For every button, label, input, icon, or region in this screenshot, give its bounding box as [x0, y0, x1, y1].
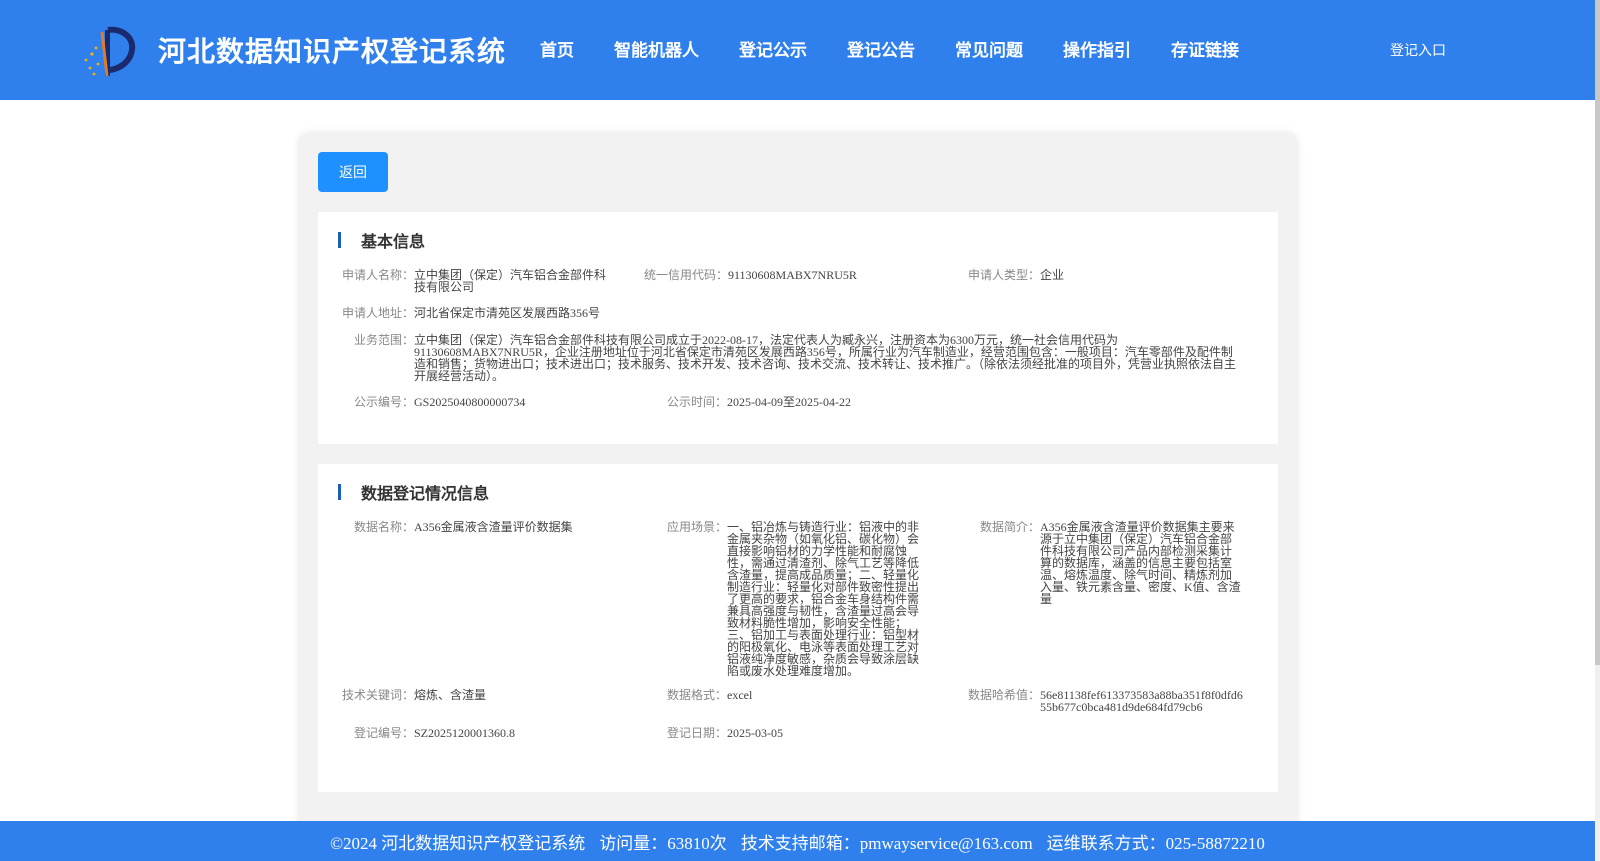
business-scope-field: 业务范围： 立中集团（保定）汽车铝合金部件科技有限公司成立于2022-08-17…: [340, 334, 1260, 382]
applicant-name: 立中集团（保定）汽车铝合金部件科技有限公司: [414, 268, 607, 294]
applicant-address: 河北省保定市清苑区发展西路356号: [414, 306, 601, 320]
keywords-field: 技术关键词： 熔炼、含渣量: [341, 688, 487, 702]
main-nav: 首页 智能机器人 登记公示 登记公告 常见问题 操作指引 存证链接: [520, 36, 1259, 62]
system-logo-icon: [84, 26, 136, 77]
tech-keywords: 熔炼、含渣量: [414, 688, 487, 702]
footer-visits: 访问量：63810次: [599, 833, 727, 853]
publicity-time: 2025-04-09至2025-04-22: [727, 395, 851, 409]
data-format: excel: [727, 688, 753, 702]
publicity-no-field: 公示编号： GS2025040800000734: [353, 395, 526, 409]
login-link[interactable]: 登记入口: [1390, 40, 1446, 60]
scrollbar-thumb[interactable]: [1595, 0, 1600, 665]
page-scrollbar[interactable]: [1595, 0, 1600, 861]
credit-code-field: 统一信用代码： 91130608MABX7NRU5R: [644, 268, 857, 282]
reg-date-field: 登记日期： 2025-03-05: [666, 726, 783, 740]
page-footer: ©2024 河北数据知识产权登记系统 访问量：63810次 技术支持邮箱：pmw…: [0, 821, 1595, 861]
applicant-name-field: 申请人名称： 立中集团（保定）汽车铝合金部件科技有限公司: [340, 269, 630, 293]
registration-date: 2025-03-05: [727, 726, 783, 740]
registration-no: SZ2025120001360.8: [414, 726, 516, 740]
data-hash-field: 数据哈希值： 56e81138fef613373583a88ba351f8f0d…: [967, 688, 1243, 714]
data-intro-field: 数据简介： A356金属液含渣量评价数据集主要来源于立中集团（保定）汽车铝合金部…: [979, 520, 1241, 606]
data-format-field: 数据格式： excel: [666, 688, 753, 702]
data-name-field: 数据名称： A356金属液含渣量评价数据集: [353, 520, 573, 534]
footer-support-email: 技术支持邮箱：pmwayservice@163.com: [740, 833, 1033, 853]
detail-card: 返回 基本信息 申请人名称： 立中集团（保定）汽车铝合金部件科技有限公司 统一信…: [298, 132, 1298, 861]
application-scenario: 一、铝冶炼与铸造行业：铝液中的非金属夹杂物（如氧化铝、碳化物）会直接影响铝材的力…: [727, 520, 920, 678]
publicity-time-field: 公示时间： 2025-04-09至2025-04-22: [666, 395, 851, 409]
basic-info-section: 基本信息 申请人名称： 立中集团（保定）汽车铝合金部件科技有限公司 统一信用代码…: [318, 212, 1278, 444]
nav-home[interactable]: 首页: [540, 36, 574, 62]
nav-evidence-link[interactable]: 存证链接: [1171, 36, 1239, 62]
site-title: 河北数据知识产权登记系统: [158, 35, 507, 68]
top-header: 河北数据知识产权登记系统 首页 智能机器人 登记公示 登记公告 常见问题 操作指…: [0, 0, 1595, 100]
section-marker: [338, 484, 341, 500]
section-marker: [338, 232, 341, 248]
reg-no-field: 登记编号： SZ2025120001360.8: [353, 726, 516, 740]
nav-guide[interactable]: 操作指引: [1063, 36, 1131, 62]
publicity-no: GS2025040800000734: [414, 395, 526, 409]
footer-phone: 运维联系方式：025-58872210: [1046, 833, 1265, 853]
data-registration-section: 数据登记情况信息 数据名称： A356金属液含渣量评价数据集 应用场景： 一、铝…: [318, 464, 1278, 792]
address-field: 申请人地址： 河北省保定市清苑区发展西路356号: [341, 306, 601, 320]
section-title: 基本信息: [361, 232, 426, 251]
nav-registration-publicity[interactable]: 登记公示: [739, 36, 807, 62]
credit-code: 91130608MABX7NRU5R: [728, 268, 857, 282]
data-intro: A356金属液含渣量评价数据集主要来源于立中集团（保定）汽车铝合金部件科技有限公…: [1040, 520, 1241, 606]
nav-smart-robot[interactable]: 智能机器人: [614, 36, 699, 62]
data-name: A356金属液含渣量评价数据集: [414, 520, 573, 534]
nav-registration-announcement[interactable]: 登记公告: [847, 36, 915, 62]
data-hash: 56e81138fef613373583a88ba351f8f0dfd655b6…: [1040, 688, 1243, 714]
nav-faq[interactable]: 常见问题: [955, 36, 1023, 62]
applicant-type-field: 申请人类型： 企业: [967, 268, 1065, 282]
applicant-type: 企业: [1040, 268, 1065, 282]
business-scope: 立中集团（保定）汽车铝合金部件科技有限公司成立于2022-08-17，法定代表人…: [414, 333, 1237, 383]
footer-copyright: ©2024 河北数据知识产权登记系统: [330, 833, 586, 853]
back-button[interactable]: 返回: [318, 152, 388, 192]
scenario-field: 应用场景： 一、铝冶炼与铸造行业：铝液中的非金属夹杂物（如氧化铝、碳化物）会直接…: [653, 521, 923, 677]
section-title: 数据登记情况信息: [361, 484, 490, 503]
